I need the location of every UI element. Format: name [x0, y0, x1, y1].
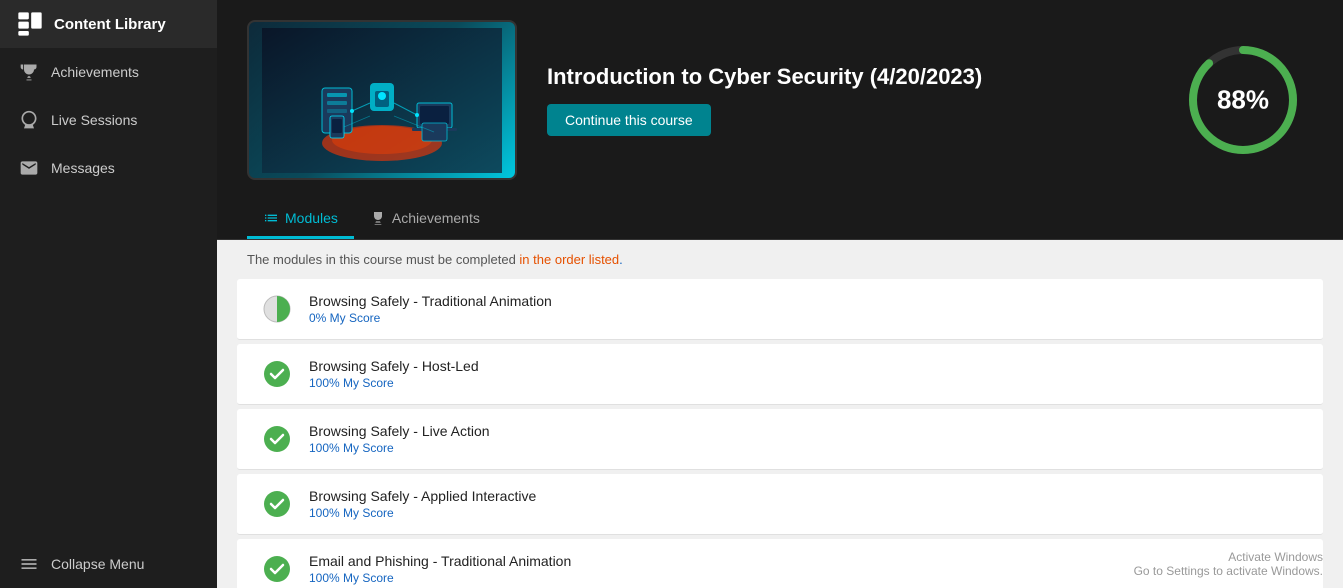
module-score: 100% My Score	[309, 441, 1299, 455]
collapse-label: Collapse Menu	[51, 556, 144, 572]
progress-circle: 88%	[1183, 40, 1303, 160]
tab-modules-label: Modules	[285, 210, 338, 226]
live-sessions-icon	[19, 110, 39, 130]
sidebar-header: Content Library	[0, 0, 217, 48]
tab-modules[interactable]: Modules	[247, 200, 354, 239]
module-info: Browsing Safely - Applied Interactive 10…	[309, 488, 1299, 520]
notice-text: The modules in this course must be compl…	[247, 252, 623, 267]
hero-section: Introduction to Cyber Security (4/20/202…	[217, 0, 1343, 200]
modules-list: Browsing Safely - Traditional Animation …	[217, 279, 1343, 588]
table-row[interactable]: Email and Phishing - Traditional Animati…	[237, 539, 1323, 588]
main-content: Introduction to Cyber Security (4/20/202…	[217, 0, 1343, 588]
messages-label: Messages	[51, 160, 115, 176]
module-info: Browsing Safely - Live Action 100% My Sc…	[309, 423, 1299, 455]
tab-achievements-label: Achievements	[392, 210, 480, 226]
continue-button[interactable]: Continue this course	[547, 104, 711, 136]
notice-period: .	[619, 252, 623, 267]
sidebar-item-messages[interactable]: Messages	[0, 144, 217, 192]
collapse-icon	[19, 554, 39, 574]
module-score: 100% My Score	[309, 571, 1299, 585]
module-name: Browsing Safely - Applied Interactive	[309, 488, 1299, 504]
module-status-icon	[261, 293, 293, 325]
table-row[interactable]: Browsing Safely - Live Action 100% My Sc…	[237, 409, 1323, 470]
notice-emphasis: in the order listed	[519, 252, 619, 267]
messages-icon	[19, 158, 39, 178]
module-score: 0% My Score	[309, 311, 1299, 325]
module-score: 100% My Score	[309, 376, 1299, 390]
progress-value: 88%	[1217, 85, 1269, 116]
tab-achievements[interactable]: Achievements	[354, 200, 496, 239]
thumbnail-image	[249, 22, 515, 178]
sidebar-title: Content Library	[54, 16, 166, 33]
module-name: Browsing Safely - Traditional Animation	[309, 293, 1299, 309]
modules-icon	[263, 210, 279, 226]
module-name: Browsing Safely - Live Action	[309, 423, 1299, 439]
live-sessions-label: Live Sessions	[51, 112, 137, 128]
notice-bar: The modules in this course must be compl…	[217, 240, 1343, 279]
sidebar-item-live-sessions[interactable]: Live Sessions	[0, 96, 217, 144]
module-status-icon	[261, 553, 293, 585]
module-info: Email and Phishing - Traditional Animati…	[309, 553, 1299, 585]
content-library-icon	[16, 10, 44, 38]
sidebar-item-collapse[interactable]: Collapse Menu	[0, 540, 217, 588]
content-area: The modules in this course must be compl…	[217, 240, 1343, 588]
course-thumbnail	[247, 20, 517, 180]
progress-area: 88%	[1183, 40, 1303, 160]
module-info: Browsing Safely - Traditional Animation …	[309, 293, 1299, 325]
module-status-icon	[261, 488, 293, 520]
achievements-tab-icon	[370, 210, 386, 226]
module-name: Browsing Safely - Host-Led	[309, 358, 1299, 374]
trophy-icon	[19, 62, 39, 82]
module-score: 100% My Score	[309, 506, 1299, 520]
module-info: Browsing Safely - Host-Led 100% My Score	[309, 358, 1299, 390]
table-row[interactable]: Browsing Safely - Host-Led 100% My Score	[237, 344, 1323, 405]
module-name: Email and Phishing - Traditional Animati…	[309, 553, 1299, 569]
sidebar: Content Library Achievements Live Sessio…	[0, 0, 217, 588]
module-status-icon	[261, 423, 293, 455]
sidebar-item-achievements[interactable]: Achievements	[0, 48, 217, 96]
table-row[interactable]: Browsing Safely - Traditional Animation …	[237, 279, 1323, 340]
table-row[interactable]: Browsing Safely - Applied Interactive 10…	[237, 474, 1323, 535]
tabs-bar: Modules Achievements	[217, 200, 1343, 240]
module-status-icon	[261, 358, 293, 390]
achievements-label: Achievements	[51, 64, 139, 80]
